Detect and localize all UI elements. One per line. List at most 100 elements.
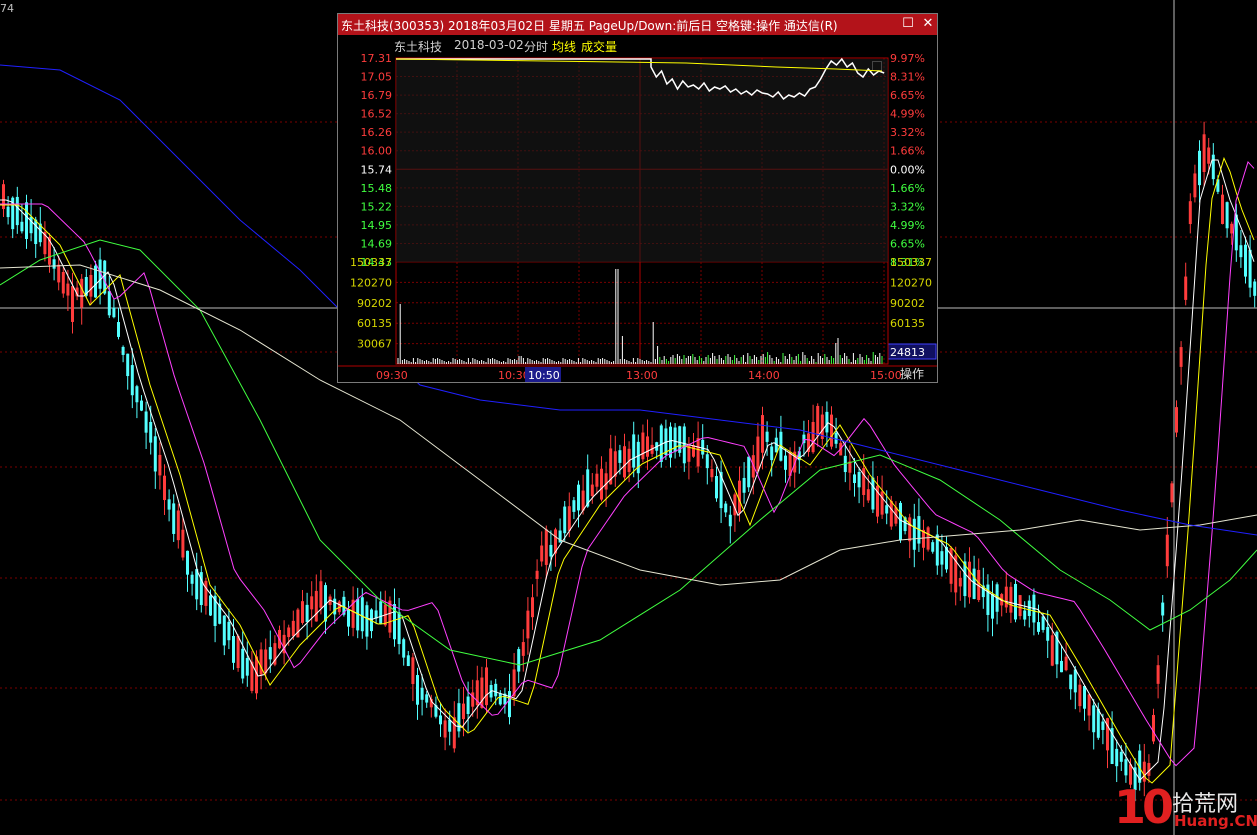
- candle-body: [52, 259, 56, 269]
- candle-body: [705, 454, 709, 469]
- price-axis-label: 15.74: [361, 163, 393, 176]
- candle-body: [153, 436, 157, 472]
- popup-title-bar[interactable]: 东土科技(300353) 2018年03月02日 星期五 PageUp/Down…: [338, 14, 937, 35]
- candle-body: [1165, 534, 1169, 567]
- candle-body: [126, 353, 130, 377]
- candle-body: [696, 438, 700, 467]
- candle-body: [190, 574, 194, 584]
- candle-body: [61, 271, 65, 294]
- candle-body: [176, 510, 180, 541]
- candle-body: [1248, 249, 1252, 288]
- candle-body: [471, 692, 475, 707]
- candle-body: [549, 544, 553, 557]
- candle-body: [314, 590, 318, 622]
- candle-body: [406, 655, 410, 667]
- candle-body: [1004, 586, 1008, 608]
- candle-body: [1244, 244, 1247, 277]
- candle-body: [112, 307, 116, 318]
- chart-date: 2018-03-02: [454, 38, 524, 52]
- candle-body: [347, 609, 350, 627]
- candle-body: [577, 484, 580, 511]
- volume-axis-label: 120270: [350, 276, 392, 289]
- candle-body: [232, 635, 235, 663]
- popup-info-bar: 东土科技 2018-03-02 分时 均线 成交量: [338, 36, 937, 71]
- volume-axis-label-right: 90202: [890, 297, 925, 310]
- candle-body: [397, 612, 401, 645]
- candle-body: [1073, 669, 1077, 693]
- candle-body: [1027, 600, 1031, 616]
- stock-name: 东土科技: [394, 40, 443, 54]
- percent-axis-label: 0.00%: [890, 163, 925, 176]
- candle-body: [466, 696, 470, 715]
- candle-body: [130, 365, 134, 396]
- candle-body: [172, 503, 176, 534]
- candle-body: [866, 489, 870, 501]
- operation-button[interactable]: 操作: [889, 366, 935, 382]
- candle-body: [586, 469, 590, 507]
- candle-body: [544, 529, 548, 565]
- close-icon[interactable]: ✕: [920, 16, 936, 32]
- candle-body: [623, 446, 626, 478]
- time-axis-label: 10:50: [528, 369, 560, 382]
- corner-price-label: 74: [0, 2, 14, 15]
- time-axis-label: 10:30: [498, 369, 530, 382]
- candle-body: [485, 667, 488, 706]
- candle-body: [236, 635, 240, 669]
- volume-axis-label: 150337: [350, 256, 392, 269]
- candle-body: [241, 648, 245, 679]
- volume-axis-label-right: 120270: [890, 276, 932, 289]
- candle-body: [1225, 202, 1229, 229]
- view-mode: 分时: [524, 40, 549, 54]
- price-axis-label: 16.26: [361, 126, 393, 139]
- candle-body: [531, 597, 534, 618]
- candle-body: [163, 475, 166, 501]
- candle-body: [784, 455, 787, 470]
- candle-body: [1096, 708, 1100, 738]
- candle-body: [448, 719, 452, 732]
- percent-axis-label: 8.31%: [890, 71, 925, 84]
- candle-body: [107, 291, 111, 316]
- candle-body: [1119, 751, 1123, 762]
- candle-body: [517, 649, 521, 672]
- candle-body: [1014, 583, 1017, 620]
- candle-body: [871, 477, 875, 510]
- candle-body: [1179, 347, 1183, 367]
- percent-axis-label: 4.99%: [890, 219, 925, 232]
- price-shade: [396, 59, 888, 262]
- candle-body: [1253, 281, 1257, 296]
- candle-body: [1193, 173, 1197, 198]
- candle-body: [1152, 714, 1155, 742]
- candle-body: [480, 677, 484, 708]
- volume-axis-label-right: 60135: [890, 317, 925, 330]
- intraday-popup-window[interactable]: 东土科技(300353) 2018年03月02日 星期五 PageUp/Down…: [337, 13, 938, 383]
- candle-body: [167, 499, 171, 510]
- candle-body: [1175, 407, 1178, 433]
- candle-body: [1170, 483, 1174, 503]
- candle-body: [89, 274, 93, 297]
- candle-body: [121, 346, 125, 355]
- candle-body: [1211, 154, 1215, 180]
- watermark-logo: 10: [1114, 780, 1174, 834]
- maximize-icon[interactable]: ☐: [900, 16, 916, 32]
- candle-body: [1230, 223, 1234, 234]
- candle-body: [57, 264, 61, 283]
- candle-body: [590, 484, 594, 497]
- candle-body: [1060, 660, 1063, 673]
- candle-body: [1221, 194, 1224, 224]
- candle-body: [701, 439, 705, 455]
- candle-body: [1188, 201, 1192, 225]
- current-volume: 24813: [890, 346, 925, 359]
- volume-axis-label: 90202: [357, 297, 392, 310]
- candle-body: [498, 693, 502, 705]
- candle-body: [34, 219, 38, 245]
- candle-body: [830, 414, 833, 447]
- avg-line-legend: 均线: [552, 40, 577, 54]
- time-axis-label: 14:00: [748, 369, 780, 382]
- candle-body: [25, 202, 28, 239]
- candle-body: [811, 421, 815, 453]
- volume-legend: 成交量: [581, 40, 618, 54]
- candle-body: [1101, 721, 1105, 730]
- candle-body: [195, 569, 199, 600]
- price-axis-label: 17.05: [361, 71, 393, 84]
- percent-axis-label: 1.66%: [890, 182, 925, 195]
